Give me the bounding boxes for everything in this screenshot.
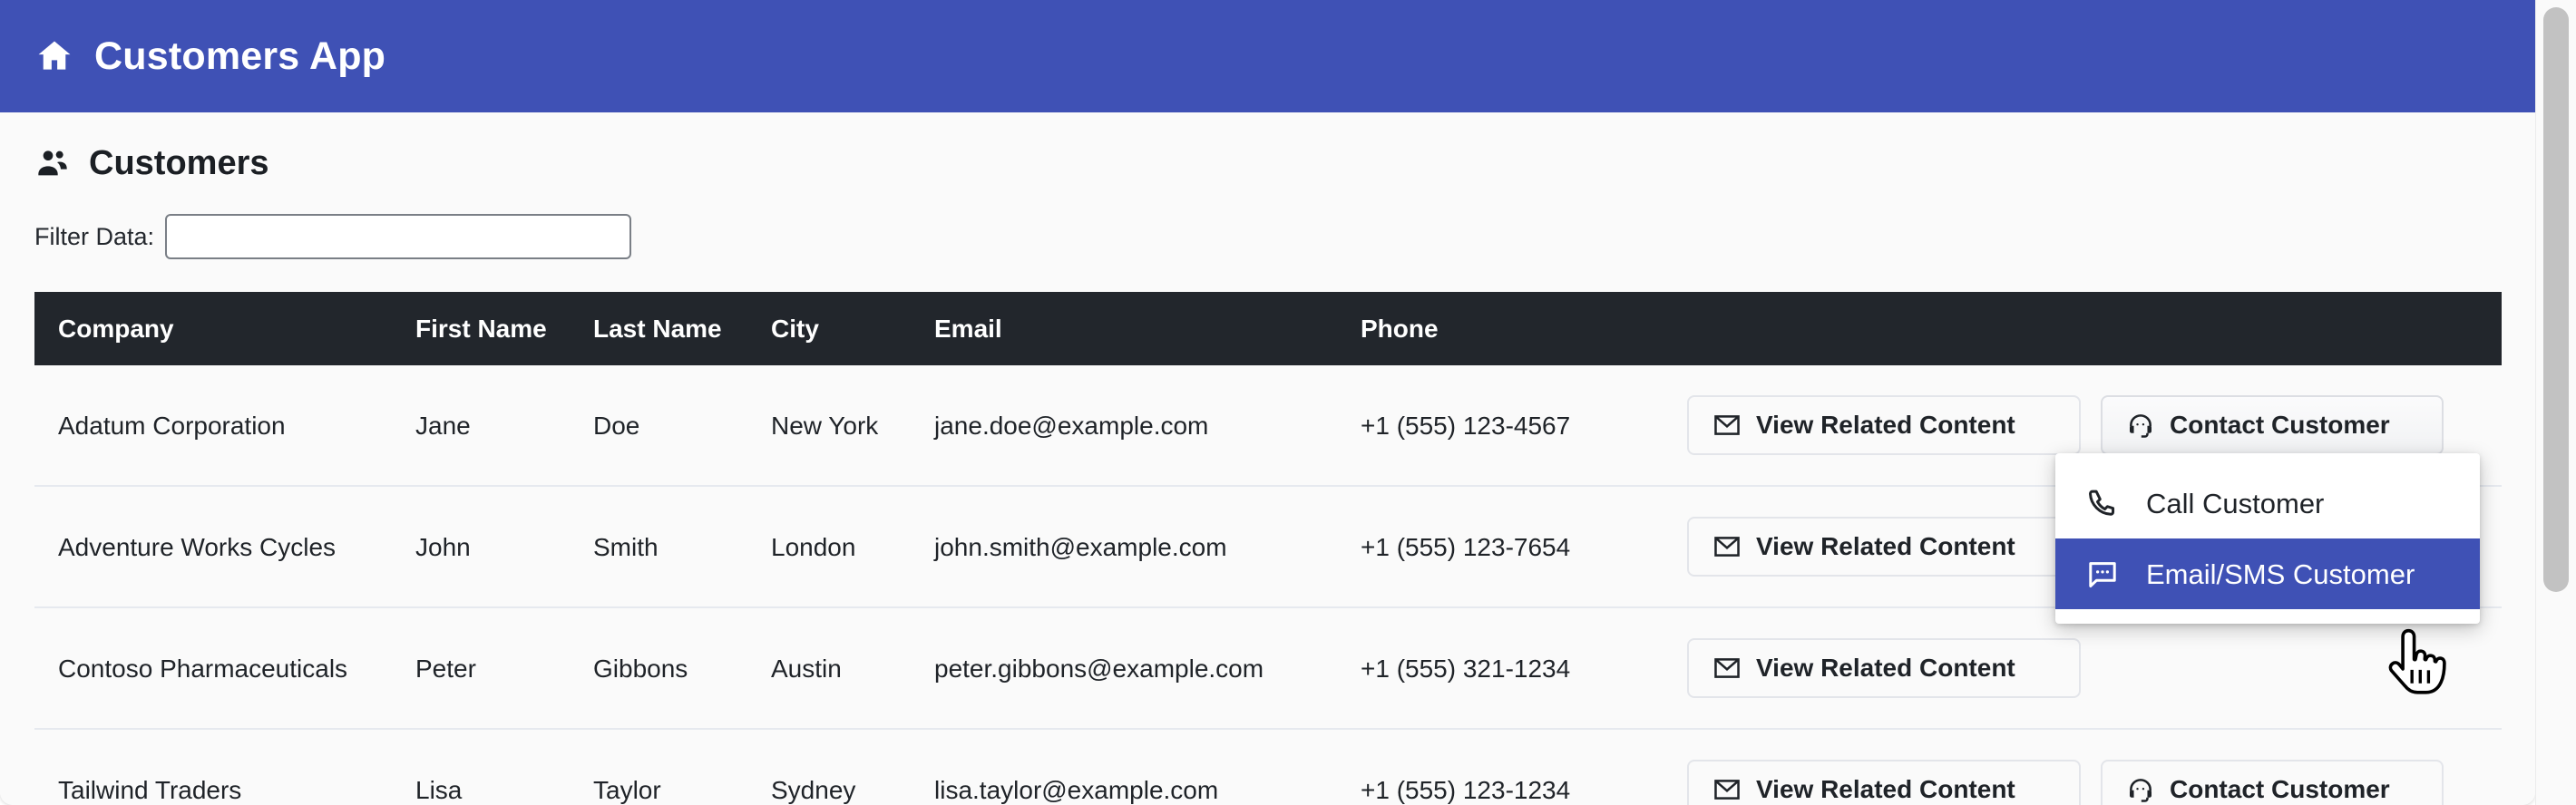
view-related-content-label: View Related Content [1756, 411, 2015, 440]
cell-last-name: Doe [593, 411, 640, 440]
column-header-first-name[interactable]: First Name [415, 292, 593, 365]
view-related-content-button[interactable]: View Related Content [1687, 395, 2081, 456]
headset-icon [2126, 411, 2155, 440]
cell-email: peter.gibbons@example.com [934, 654, 1264, 683]
envelope-icon [1712, 411, 1742, 440]
vertical-scrollbar-track[interactable] [2535, 0, 2576, 805]
filter-input[interactable] [165, 214, 632, 259]
chat-bubble-icon [2086, 558, 2119, 590]
app-card: Customers App Customers Filter Data: Com… [0, 0, 2535, 805]
filter-label: Filter Data: [34, 222, 155, 250]
menu-item-label: Call Customer [2146, 487, 2325, 519]
view-related-content-button[interactable]: View Related Content [1687, 638, 2081, 699]
column-header-last-name[interactable]: Last Name [593, 292, 771, 365]
vertical-scrollbar-thumb[interactable] [2543, 7, 2569, 592]
cell-company: Adventure Works Cycles [58, 532, 337, 561]
people-group-icon [34, 145, 71, 181]
view-related-content-button[interactable]: View Related Content [1687, 517, 2081, 577]
view-related-content-label: View Related Content [1756, 532, 2015, 561]
contact-customer-dropdown-menu: Call Customer Email/SMS Customer [2055, 453, 2480, 624]
cell-actions: View Related Content [1687, 729, 2502, 805]
cell-company: Contoso Pharmaceuticals [58, 654, 348, 683]
view-related-content-button[interactable]: View Related Content [1687, 760, 2081, 805]
cell-company: Adatum Corporation [58, 411, 286, 440]
row-actions: View Related Content [1687, 395, 2478, 456]
app-header-bar: Customers App [0, 0, 2535, 112]
menu-item-email-sms-customer[interactable]: Email/SMS Customer [2055, 538, 2480, 609]
cell-city: New York [771, 411, 879, 440]
cell-phone: +1 (555) 123-4567 [1361, 411, 1571, 440]
cell-actions: View Related Content [1687, 607, 2502, 729]
table-row[interactable]: Tailwind Traders Lisa Taylor Sydney lisa… [34, 729, 2502, 805]
contact-customer-button[interactable]: Contact Customer [2101, 760, 2444, 805]
home-icon[interactable] [34, 36, 74, 76]
cell-first-name: Jane [415, 411, 471, 440]
headset-icon [2126, 775, 2155, 804]
view-related-content-label: View Related Content [1756, 654, 2015, 683]
app-title: Customers App [94, 34, 386, 78]
column-header-phone[interactable]: Phone [1361, 292, 1687, 365]
cell-first-name: John [415, 532, 471, 561]
cell-city: London [771, 532, 856, 561]
cell-phone: +1 (555) 123-1234 [1361, 775, 1571, 804]
column-header-city[interactable]: City [771, 292, 934, 365]
page-title: Customers [34, 145, 2501, 181]
cell-last-name: Gibbons [593, 654, 688, 683]
table-header-row: Company First Name Last Name City Email … [34, 292, 2502, 366]
cell-last-name: Taylor [593, 775, 661, 804]
cell-first-name: Lisa [415, 775, 463, 804]
column-header-actions [1687, 292, 2502, 365]
contact-customer-label: Contact Customer [2170, 411, 2390, 440]
row-actions: View Related Content [1687, 760, 2478, 805]
column-header-company[interactable]: Company [34, 292, 415, 365]
cell-phone: +1 (555) 123-7654 [1361, 532, 1571, 561]
cell-email: lisa.taylor@example.com [934, 775, 1219, 804]
phone-icon [2086, 487, 2119, 519]
page-title-text: Customers [89, 144, 269, 182]
filter-row: Filter Data: [34, 214, 2501, 259]
cell-email: john.smith@example.com [934, 532, 1227, 561]
envelope-icon [1712, 775, 1742, 804]
table-row[interactable]: Contoso Pharmaceuticals Peter Gibbons Au… [34, 607, 2502, 730]
envelope-icon [1712, 532, 1742, 561]
contact-customer-label: Contact Customer [2170, 775, 2390, 804]
menu-item-call-customer[interactable]: Call Customer [2055, 468, 2480, 538]
contact-customer-button[interactable]: Contact Customer [2101, 395, 2444, 456]
cell-city: Sydney [771, 775, 856, 804]
cell-company: Tailwind Traders [58, 775, 242, 804]
row-actions: View Related Content [1687, 638, 2478, 699]
cell-first-name: Peter [415, 654, 476, 683]
cell-last-name: Smith [593, 532, 659, 561]
envelope-icon [1712, 654, 1742, 683]
table-head: Company First Name Last Name City Email … [34, 292, 2502, 366]
cell-city: Austin [771, 654, 842, 683]
menu-item-label: Email/SMS Customer [2146, 558, 2415, 590]
cell-phone: +1 (555) 321-1234 [1361, 654, 1571, 683]
column-header-email[interactable]: Email [934, 292, 1361, 365]
browser-viewport: Customers App Customers Filter Data: Com… [0, 0, 2576, 805]
cell-email: jane.doe@example.com [934, 411, 1209, 440]
view-related-content-label: View Related Content [1756, 775, 2015, 804]
